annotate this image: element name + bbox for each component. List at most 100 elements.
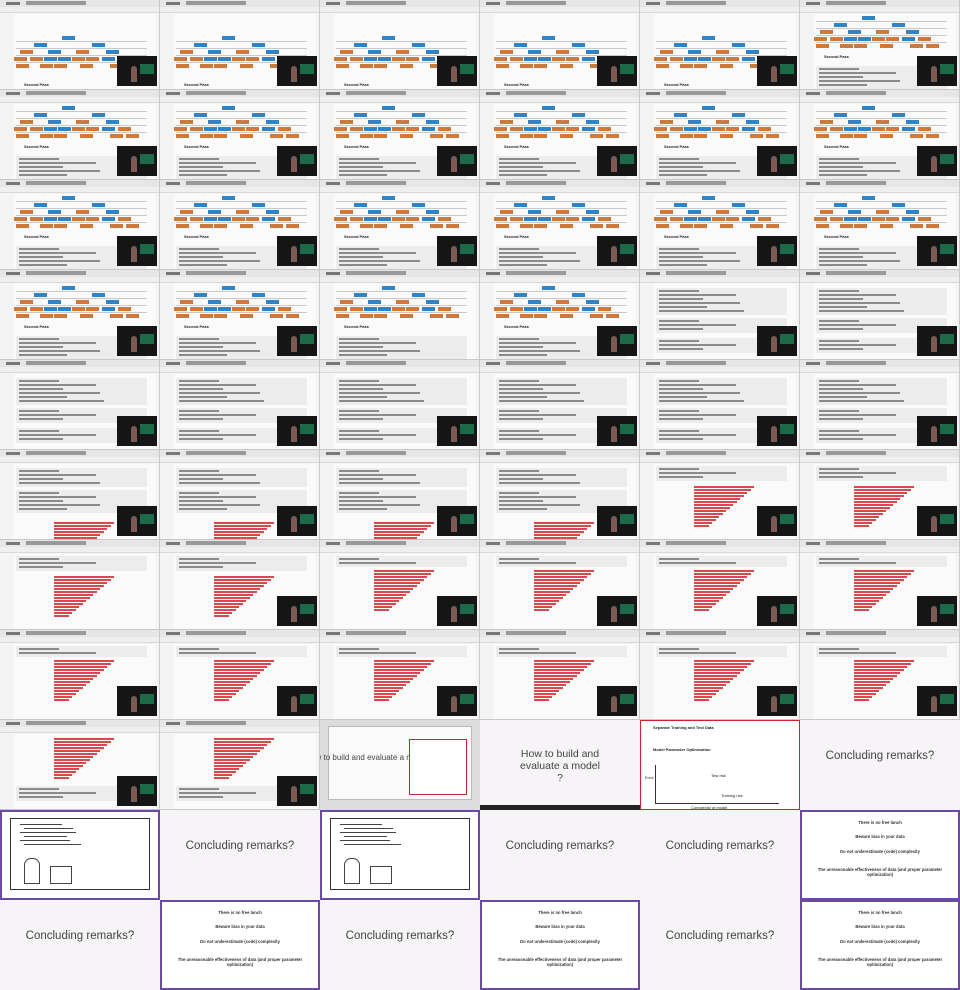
code-line [659,400,744,402]
speaker-video-inset [597,236,637,266]
code-line [19,470,59,472]
feature-importance-bar [214,693,236,695]
jupyter-logo [806,2,820,5]
feature-importance-bar [374,534,420,536]
tree-node [360,314,373,318]
feature-importance-bar [694,603,716,605]
code-cell [336,336,467,359]
speaker-video-inset [117,146,157,176]
jupyter-logo [326,92,340,95]
feature-importance-bar [214,765,243,767]
tree-edge [176,41,307,42]
feature-importance-bar [374,576,427,578]
feature-importance-bar [694,669,744,671]
feature-importance-bar [534,603,556,605]
remark-line: Beware bias in your data [855,834,905,839]
tree-node [118,127,131,131]
slide-title: Concluding remarks? [665,930,775,942]
tree-node [582,127,595,131]
speaker-figure [931,156,937,172]
video-frame-tree-code: Second Pass [800,0,960,90]
tree-edge [336,208,467,209]
tree-edge [336,215,467,216]
jupyter-logo [646,92,660,95]
code-line [19,482,100,484]
code-line [19,166,63,168]
feature-importance-bar [214,666,267,668]
code-line [499,256,543,258]
tree-node [742,127,755,131]
tree-node [520,134,533,138]
projector-screen [460,694,474,704]
speaker-video-inset [597,596,637,626]
tree-node [758,217,771,221]
feature-importance-bar [214,588,260,590]
tree-node [582,307,595,311]
curve-label-test: Test risk [711,773,726,778]
feature-importance-bar [374,684,406,686]
tree-node [180,120,193,124]
code-line [659,434,736,436]
notebook-menubar [480,637,639,643]
speaker-video-inset [437,146,477,176]
tree-node [194,293,207,297]
code-line [659,472,736,474]
tree-edge [336,298,467,299]
code-cell [656,288,787,315]
projector-screen [460,64,474,74]
tree-node [374,64,387,68]
speaker-video-inset [757,236,797,266]
feature-importance-bar [374,582,420,584]
code-line [19,504,100,506]
feature-importance-bar [54,576,114,578]
tree-node [572,43,585,47]
code-line [339,482,420,484]
notebook-title [186,181,246,185]
tree-edge [16,111,147,112]
code-line [499,396,547,398]
jupyter-logo [646,362,660,365]
code-line [659,290,699,292]
section-heading: Second Pass [344,324,369,329]
tree-edge [656,208,787,209]
feature-importance-bar [54,591,97,593]
tree-node [392,127,405,131]
feature-importance-bar [54,603,83,605]
notebook-title [26,721,86,725]
code-line [499,384,576,386]
tree-node [542,196,555,200]
tree-node [58,127,71,131]
code-line [499,162,576,164]
projector-screen [780,694,794,704]
projector-screen [940,154,954,164]
speaker-figure [611,246,617,262]
notebook-title [186,631,246,635]
tree-node [240,314,253,318]
remark-line: Beware bias in your data [535,924,585,929]
feature-importance-bar [534,675,577,677]
feature-importance-bar [214,591,257,593]
tree-node [364,217,377,221]
video-frame-tree-code: Second Pass [480,90,640,180]
tree-edge [656,118,787,119]
code-line [179,470,219,472]
tree-node [524,307,537,311]
comic-text [344,836,387,837]
speaker-figure [131,336,137,352]
feature-importance-bar [214,747,264,749]
code-line [819,384,896,386]
notebook-title [346,91,406,95]
notebook-menubar [320,547,479,553]
tree-node [446,134,459,138]
code-line [179,504,260,506]
speaker-figure [291,156,297,172]
feature-importance-bar [854,522,872,524]
tree-node [910,44,923,48]
tree-node [180,300,193,304]
code-line [339,380,379,382]
projector-screen [940,604,954,614]
code-line [179,410,219,412]
code-line [659,298,703,300]
tree-edge [16,201,147,202]
speaker-figure [451,246,457,262]
